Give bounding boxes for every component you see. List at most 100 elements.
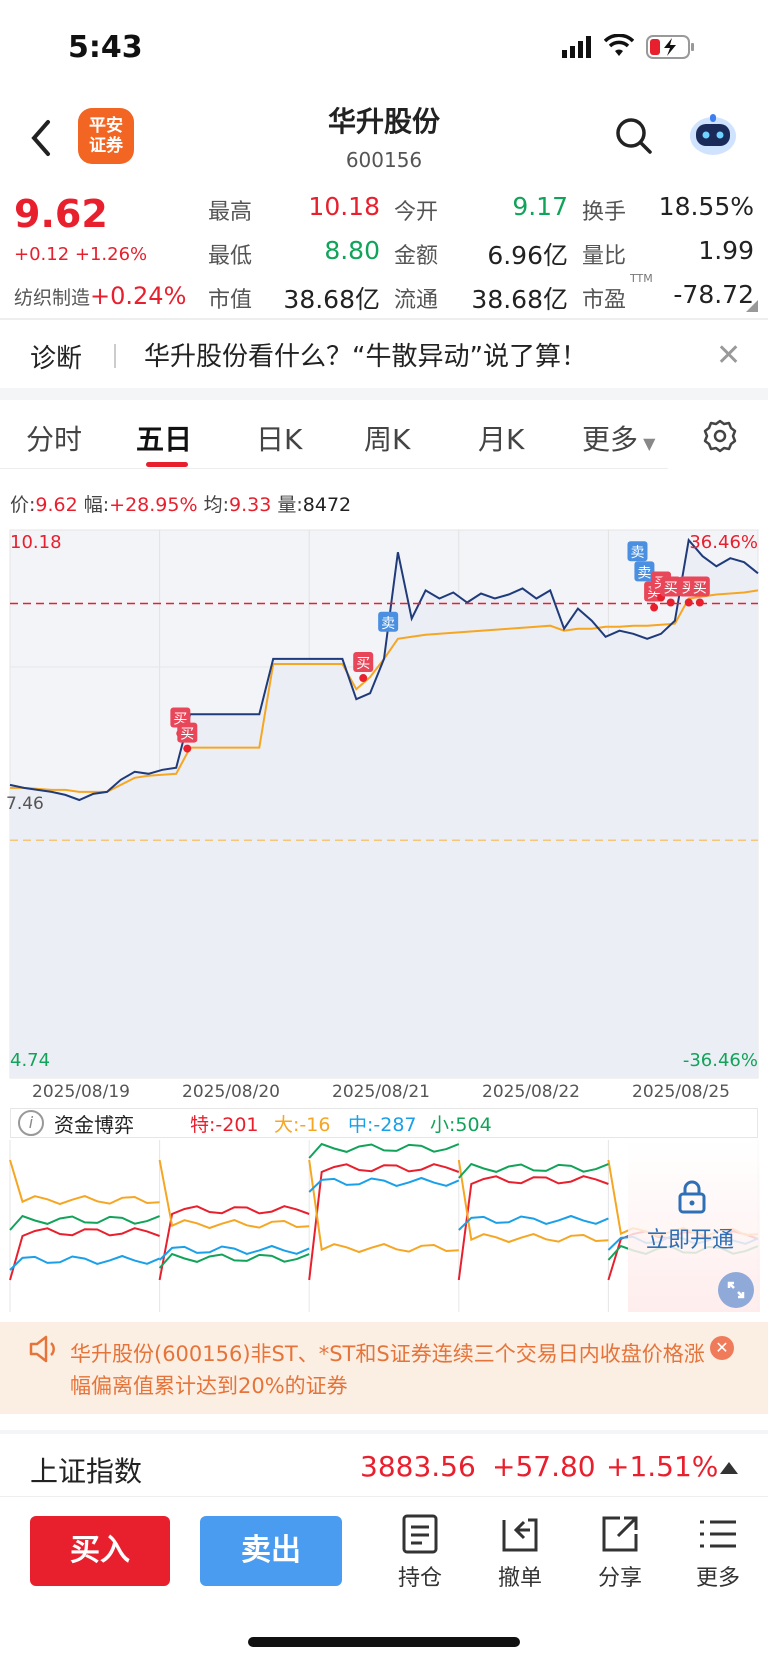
avg-value: 9.33 <box>229 494 272 516</box>
tab-monthly-k[interactable]: 月K <box>478 418 524 458</box>
fullscreen-icon[interactable] <box>718 1272 754 1308</box>
range-value: +28.95% <box>109 494 198 516</box>
fund-stat-small: 小:504 <box>430 1114 492 1136</box>
tab-more[interactable]: 更多 ▼ <box>582 418 655 458</box>
share-label: 分享 <box>597 1566 642 1591</box>
quote-value-market-cap: 38.68亿 <box>283 285 380 314</box>
x-axis-date: 2025/08/22 <box>482 1082 580 1102</box>
quote-label-amount: 金额 <box>394 244 439 269</box>
quote-label-float: 流通 <box>394 288 439 313</box>
share-button[interactable]: 分享 <box>580 1512 660 1592</box>
x-axis-date: 2025/08/20 <box>182 1082 280 1102</box>
tab-daily-k[interactable]: 日K <box>256 418 302 458</box>
sell-marker-label: 卖 <box>637 565 651 581</box>
price-value: 9.62 <box>35 494 78 516</box>
buy-marker-label: 买 <box>356 656 370 672</box>
buy-marker-label: 买 <box>664 581 678 597</box>
buy-dot <box>650 603 659 612</box>
sector-name: 纺织制造 <box>14 287 91 309</box>
fund-stat-medium: 中:-287 <box>348 1114 417 1136</box>
positions-button[interactable]: 持仓 <box>380 1512 460 1592</box>
tab-more-label: 更多 <box>582 423 639 456</box>
index-change: +57.80 <box>492 1450 596 1483</box>
fund-stat-super: 特:-201 <box>190 1114 259 1136</box>
tab-intraday[interactable]: 分时 <box>26 418 82 458</box>
search-icon[interactable] <box>614 116 654 156</box>
chevron-down-icon: ▼ <box>638 434 656 453</box>
tab-five-day[interactable]: 五日 <box>136 418 192 458</box>
buy-marker-label: 买 <box>180 727 194 743</box>
tab-weekly-k[interactable]: 周K <box>364 418 410 458</box>
expand-up-icon[interactable] <box>720 1462 738 1474</box>
section-gap <box>0 1430 768 1434</box>
share-icon <box>602 1516 638 1552</box>
y-axis-bottom-label: 4.74 <box>10 1050 51 1071</box>
gear-icon[interactable] <box>702 418 738 454</box>
buy-marker-label: 买 <box>693 581 707 597</box>
diagnosis-separator <box>114 344 116 368</box>
signal-icon <box>562 36 591 58</box>
risk-warning-text: 华升股份(600156)非ST、*ST和S证券连续三个交易日内收盘价格涨幅偏离值… <box>70 1342 705 1398</box>
quote-value-pe: -78.72 <box>673 280 754 309</box>
wifi-icon <box>604 34 634 56</box>
volume-value: 8472 <box>302 494 352 516</box>
unlock-button[interactable]: 立即开通 <box>646 1222 734 1254</box>
diagnosis-banner[interactable]: 华升股份看什么？“牛散异动”说了算！ <box>144 336 587 373</box>
robot-assistant-icon[interactable] <box>688 112 738 156</box>
info-icon[interactable]: i <box>18 1110 44 1136</box>
y-axis-bottom-pct: -36.46% <box>682 1050 758 1071</box>
sell-marker-label: 卖 <box>381 616 395 632</box>
sector-info[interactable]: 纺织制造+0.24% <box>14 282 186 310</box>
quote-label-turnover: 换手 <box>582 200 627 225</box>
x-axis-date: 2025/08/25 <box>632 1082 730 1102</box>
lock-icon <box>678 1180 706 1214</box>
buy-dot <box>359 674 368 683</box>
cancel-order-button[interactable]: 撤单 <box>480 1512 560 1592</box>
quote-value-turnover: 18.55% <box>658 192 754 221</box>
buy-dot <box>183 744 192 753</box>
sell-button[interactable]: 卖出 <box>200 1516 342 1586</box>
expand-corner-icon[interactable] <box>746 300 758 312</box>
index-value: 3883.56 <box>360 1450 476 1483</box>
five-day-price-chart[interactable]: 买买买卖卖卖买买买买买 <box>0 525 768 1080</box>
y-axis-ref-label: 7.46 <box>6 794 44 814</box>
quote-value-high: 10.18 <box>308 192 380 221</box>
index-change-pct: +1.51% <box>606 1450 719 1483</box>
quote-label-high: 最高 <box>208 200 253 225</box>
more-button[interactable]: 更多 <box>678 1512 758 1592</box>
current-price: 9.62 <box>14 192 108 236</box>
divider <box>0 468 668 469</box>
quote-value-volume-ratio: 1.99 <box>698 236 754 265</box>
positions-icon <box>402 1514 438 1554</box>
chart-info-line: 价:9.62 幅:+28.95% 均:9.33 量:8472 <box>10 490 351 517</box>
home-indicator <box>248 1637 520 1647</box>
x-axis-date: 2025/08/21 <box>332 1082 430 1102</box>
quote-value-low: 8.80 <box>324 236 380 265</box>
section-gap <box>0 388 768 400</box>
quote-value-float: 38.68亿 <box>471 285 568 314</box>
status-time: 5:43 <box>68 30 143 65</box>
buy-dot <box>666 598 675 607</box>
y-axis-top-pct: 36.46% <box>689 532 758 553</box>
fund-stat-large: 大:-16 <box>274 1114 331 1136</box>
sell-marker-label: 卖 <box>630 545 644 561</box>
warning-close-button[interactable]: ✕ <box>710 1336 734 1360</box>
cancel-order-label: 撤单 <box>497 1566 542 1591</box>
index-name[interactable]: 上证指数 <box>30 1450 142 1490</box>
quote-label-pe: 市盈 <box>582 288 627 313</box>
volume-label: 量: <box>277 494 303 516</box>
price-change: +0.12 +1.26% <box>14 244 148 265</box>
speaker-icon <box>29 1335 55 1363</box>
quote-label-low: 最低 <box>208 244 253 269</box>
more-label: 更多 <box>695 1566 740 1591</box>
buy-dot <box>684 598 693 607</box>
y-axis-top-label: 10.18 <box>10 532 62 553</box>
range-label: 幅: <box>83 494 110 516</box>
buy-button[interactable]: 买入 <box>30 1516 170 1586</box>
sector-change: +0.24% <box>90 282 187 310</box>
quote-value-amount: 6.96亿 <box>487 241 568 270</box>
price-label: 价: <box>10 494 36 516</box>
diagnosis-close-button[interactable]: ✕ <box>716 338 741 373</box>
diagnosis-label: 诊断 <box>30 344 83 374</box>
battery-icon <box>646 35 694 59</box>
